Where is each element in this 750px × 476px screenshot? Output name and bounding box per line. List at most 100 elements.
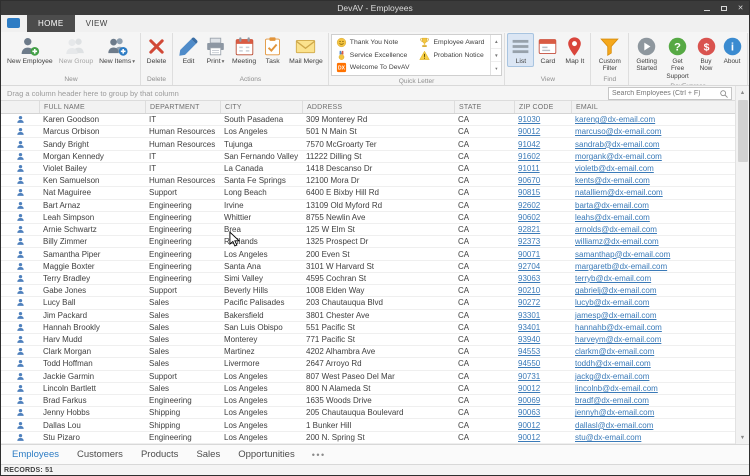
- employee-row[interactable]: Jenny HobbsShippingLos Angeles205 Chauta…: [1, 407, 735, 419]
- employee-row[interactable]: Marcus OrbisonHuman ResourcesLos Angeles…: [1, 126, 735, 138]
- email-link[interactable]: kents@dx-email.com: [575, 176, 650, 185]
- employee-row[interactable]: Billy ZimmerEngineeringRedlands1325 Pros…: [1, 236, 735, 248]
- employee-row[interactable]: Samantha PiperEngineeringLos Angeles200 …: [1, 248, 735, 260]
- scroll-down-icon[interactable]: ▼: [736, 431, 749, 444]
- zip-link[interactable]: 90670: [518, 176, 540, 185]
- employee-row[interactable]: Arnie SchwartzEngineeringBrea125 W Elm S…: [1, 224, 735, 236]
- scroll-up-icon[interactable]: ▲: [736, 86, 749, 99]
- zip-link[interactable]: 90012: [518, 433, 540, 442]
- email-link[interactable]: marcuso@dx-email.com: [575, 127, 661, 136]
- ribbon-tab-home[interactable]: HOME: [27, 15, 75, 32]
- task-button[interactable]: Task: [259, 33, 286, 67]
- meeting-button[interactable]: Meeting: [229, 33, 259, 67]
- email-link[interactable]: lucyb@dx-email.com: [575, 298, 649, 307]
- employee-row[interactable]: Todd HoffmanSalesLivermore2647 Arroyo Rd…: [1, 358, 735, 370]
- about-button[interactable]: iAbout: [719, 33, 745, 66]
- email-link[interactable]: dallasl@dx-email.com: [575, 421, 653, 430]
- email-link[interactable]: leahs@dx-email.com: [575, 213, 650, 222]
- email-link[interactable]: toddh@dx-email.com: [575, 359, 651, 368]
- zip-link[interactable]: 91042: [518, 140, 540, 149]
- employee-row[interactable]: Bart ArnazEngineeringIrvine13109 Old Myf…: [1, 200, 735, 212]
- card-button[interactable]: Card: [534, 33, 561, 67]
- custom-filter-button[interactable]: Custom Filter: [593, 33, 626, 74]
- email-link[interactable]: clarkm@dx-email.com: [575, 347, 654, 356]
- zip-link[interactable]: 93063: [518, 274, 540, 283]
- map-it-button[interactable]: Map It: [561, 33, 588, 67]
- gallery-scroll-down[interactable]: ▼: [491, 49, 501, 63]
- email-link[interactable]: harveym@dx-email.com: [575, 335, 661, 344]
- employee-row[interactable]: Hannah BrooklySalesSan Luis Obispo551 Pa…: [1, 322, 735, 334]
- bottom-tab-opportunities[interactable]: Opportunities: [229, 445, 304, 464]
- employee-row[interactable]: Brad FarkusEngineeringLos Angeles1635 Wo…: [1, 395, 735, 407]
- gallery-scroll-up[interactable]: ▲: [491, 35, 501, 49]
- maximize-button[interactable]: [715, 1, 732, 15]
- scroll-thumb[interactable]: [738, 100, 748, 162]
- zip-link[interactable]: 92821: [518, 225, 540, 234]
- employee-row[interactable]: Lucy BallSalesPacific Palisades203 Chaut…: [1, 297, 735, 309]
- column-header-city[interactable]: CITY: [220, 101, 302, 113]
- bottom-tab-customers[interactable]: Customers: [68, 445, 132, 464]
- bottom-tab-products[interactable]: Products: [132, 445, 188, 464]
- email-link[interactable]: williamz@dx-email.com: [575, 237, 659, 246]
- vertical-scrollbar[interactable]: ▲ ▼: [735, 86, 749, 444]
- list-button[interactable]: List: [507, 33, 534, 67]
- employee-row[interactable]: Sandy BrightHuman ResourcesTujunga7570 M…: [1, 138, 735, 150]
- employee-row[interactable]: Maggie BoxterEngineeringSanta Ana3101 W …: [1, 261, 735, 273]
- employee-row[interactable]: Dallas LouShippingLos Angeles1 Bunker Hi…: [1, 419, 735, 431]
- app-menu-button[interactable]: [7, 18, 20, 28]
- column-header-department[interactable]: DEPARTMENT: [145, 101, 220, 113]
- employee-award-item[interactable]: Employee Award: [415, 36, 490, 49]
- zip-link[interactable]: 90272: [518, 298, 540, 307]
- new-employee-button[interactable]: New Employee: [4, 33, 56, 67]
- zip-link[interactable]: 90069: [518, 396, 540, 405]
- employee-row[interactable]: Terry BradleyEngineeringSimi Valley4595 …: [1, 273, 735, 285]
- scroll-track[interactable]: [736, 162, 749, 431]
- ribbon-tab-view[interactable]: VIEW: [75, 15, 119, 32]
- email-link[interactable]: barta@dx-email.com: [575, 201, 649, 210]
- zip-link[interactable]: 90731: [518, 372, 540, 381]
- thank-you-note-item[interactable]: Thank You Note: [332, 36, 416, 49]
- close-button[interactable]: ✕: [732, 1, 749, 15]
- get-free-support-button[interactable]: ?Get Free Support: [662, 33, 693, 81]
- email-link[interactable]: sandrab@dx-email.com: [575, 140, 660, 149]
- employee-row[interactable]: Gabe JonesSupportBeverly Hills1008 Elden…: [1, 285, 735, 297]
- delete-button[interactable]: Delete: [143, 33, 170, 67]
- employee-row[interactable]: Stu PizaroEngineeringLos Angeles200 N. S…: [1, 432, 735, 444]
- zip-link[interactable]: 92373: [518, 237, 540, 246]
- getting-started-button[interactable]: Getting Started: [631, 33, 662, 74]
- bottom-tab-employees[interactable]: Employees: [3, 445, 68, 464]
- email-link[interactable]: jackg@dx-email.com: [575, 372, 649, 381]
- employee-row[interactable]: Clark MorganSalesMartinez4202 Alhambra A…: [1, 346, 735, 358]
- column-header-zip-code[interactable]: ZIP CODE: [514, 101, 571, 113]
- email-link[interactable]: terryb@dx-email.com: [575, 274, 651, 283]
- zip-link[interactable]: 93940: [518, 335, 540, 344]
- column-header-icon[interactable]: [1, 101, 39, 113]
- zip-link[interactable]: 90012: [518, 384, 540, 393]
- zip-link[interactable]: 90071: [518, 250, 540, 259]
- employee-row[interactable]: Leah SimpsonEngineeringWhittier8755 Newl…: [1, 212, 735, 224]
- print-button[interactable]: Print▾: [202, 33, 229, 67]
- email-link[interactable]: jennyh@dx-email.com: [575, 408, 654, 417]
- column-header-state[interactable]: STATE: [454, 101, 514, 113]
- email-link[interactable]: gabrielj@dx-email.com: [575, 286, 656, 295]
- minimize-button[interactable]: [698, 1, 715, 15]
- zip-link[interactable]: 90012: [518, 421, 540, 430]
- email-link[interactable]: arnolds@dx-email.com: [575, 225, 657, 234]
- email-link[interactable]: jamesp@dx-email.com: [575, 311, 656, 320]
- zip-link[interactable]: 90815: [518, 188, 540, 197]
- employee-row[interactable]: Jackie GarminSupportLos Angeles807 West …: [1, 371, 735, 383]
- email-link[interactable]: morgank@dx-email.com: [575, 152, 662, 161]
- zip-link[interactable]: 91030: [518, 115, 540, 124]
- zip-link[interactable]: 94550: [518, 359, 540, 368]
- gallery-dropdown[interactable]: ▾: [491, 62, 501, 75]
- zip-link[interactable]: 90012: [518, 127, 540, 136]
- zip-link[interactable]: 90602: [518, 213, 540, 222]
- edit-button[interactable]: Edit: [175, 33, 202, 67]
- email-link[interactable]: natalliem@dx-email.com: [575, 188, 663, 197]
- column-header-full-name[interactable]: FULL NAME: [39, 101, 145, 113]
- zip-link[interactable]: 90210: [518, 286, 540, 295]
- welcome-to-devav-item[interactable]: DXWelcome To DevAV: [332, 61, 416, 74]
- email-link[interactable]: violetb@dx-email.com: [575, 164, 654, 173]
- new-group-button[interactable]: New Group: [56, 33, 96, 67]
- employee-row[interactable]: Nat MaguireeSupportLong Beach6400 E Bixb…: [1, 187, 735, 199]
